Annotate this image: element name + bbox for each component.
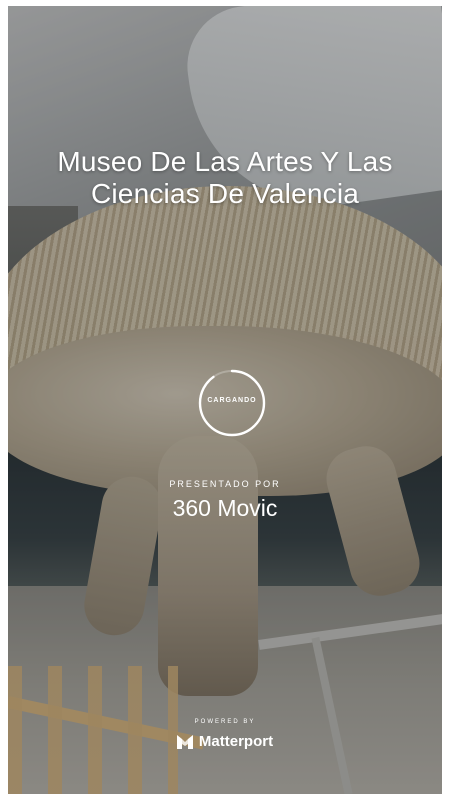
powered-by-label: POWERED BY — [194, 719, 256, 725]
matterport-brand: Matterport — [8, 733, 442, 750]
tour-loading-screen: Museo De Las Artes Y Las Ciencias De Val… — [8, 6, 442, 794]
loading-spinner: CARGANDO — [198, 369, 266, 437]
matterport-logo-icon — [176, 734, 193, 749]
presenter-name: 360 Movic — [172, 495, 278, 521]
presented-by-label: PRESENTADO POR — [169, 479, 281, 489]
tour-title: Museo De Las Artes Y Las Ciencias De Val… — [57, 146, 393, 209]
loading-label: CARGANDO — [207, 397, 257, 404]
brand-name: Matterport — [198, 733, 274, 750]
